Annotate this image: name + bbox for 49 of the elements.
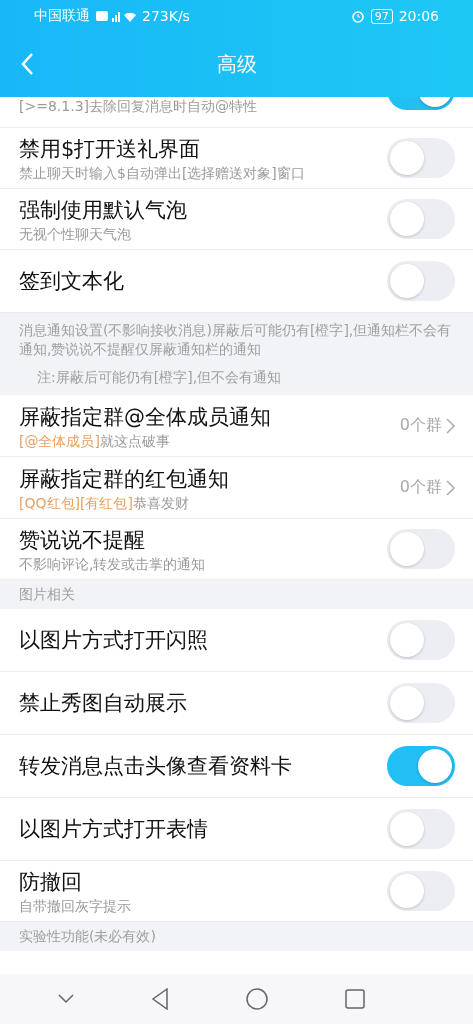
setting-title: 以图片方式打开表情 [19,816,209,843]
signal-icon [96,9,136,23]
clock-time: 20:06 [398,8,439,24]
setting-title: 防撤回 [19,869,83,896]
setting-title: 签到文本化 [19,268,125,295]
chevron-right-icon [446,417,455,434]
toggle-switch[interactable] [387,529,455,569]
toggle-switch[interactable] [387,261,455,301]
toggle-switch[interactable] [387,199,455,239]
setting-title: 强制使用默认气泡 [19,197,188,224]
chevron-right-icon [446,479,455,496]
setting-description: 禁止聊天时输入$自动弹出[选择赠送对象]窗口 [19,164,306,182]
alarm-icon [350,9,365,23]
setting-title: 禁用$打开送礼界面 [19,136,202,163]
setting-title: 屏蔽指定群的红包通知 [19,465,230,493]
setting-title: 赞说说不提醒 [19,527,146,554]
settings-row[interactable]: 屏蔽指定群的红包通知 [QQ红包][有红包]恭喜发财 0个群 [0,457,473,519]
setting-description: [>=8.1.3]去除回复消息时自动@特性 [19,97,258,115]
battery-level: 97 [370,8,393,24]
section-header: 图片相关 [0,580,473,609]
carrier-name: 中国联通 [34,7,90,25]
settings-row[interactable]: 屏蔽指定群@全体成员通知 [@全体成员]就这点破事 0个群 [0,395,473,457]
toggle-switch[interactable] [387,871,455,911]
setting-title: 转发消息点击头像查看资料卡 [19,753,293,780]
setting-title: 屏蔽指定群@全体成员通知 [19,403,272,431]
toggle-switch[interactable] [387,138,455,178]
back-icon[interactable] [20,52,34,76]
notice-text: 消息通知设置(不影响接收消息)屏蔽后可能仍有[橙字],但通知栏不会有通知,赞说说不提醒仅屏蔽通知栏的通知 [19,321,453,359]
section-header: 实验性功能(未必有效) [0,922,473,951]
home-circle-icon[interactable] [245,988,268,1010]
setting-description: 自带撤回灰字提示 [19,897,132,915]
group-count: 0个群 [399,477,442,498]
notice-note: 注:屏蔽后可能仍有[橙字],但不会有通知 [36,369,283,387]
toggle-switch[interactable] [387,620,455,660]
group-count: 0个群 [399,415,442,436]
setting-title: 以图片方式打开闪照 [19,627,209,654]
network-speed: 273K/s [142,8,190,24]
setting-title: 禁止秀图自动展示 [19,690,188,717]
toggle-switch[interactable] [387,809,455,849]
back-triangle-icon[interactable] [151,988,170,1010]
setting-description: 不影响评论,转发或击掌的通知 [19,555,207,573]
chevron-down-icon[interactable] [58,994,75,1004]
page-title: 高级 [216,51,257,78]
setting-description: [QQ红包][有红包]恭喜发财 [19,493,190,512]
recents-square-icon[interactable] [344,989,365,1009]
toggle-switch[interactable] [387,683,455,723]
setting-description: [@全体成员]就这点破事 [19,431,171,450]
toggle-switch[interactable] [387,746,455,786]
setting-description: 无视个性聊天气泡 [19,225,132,243]
